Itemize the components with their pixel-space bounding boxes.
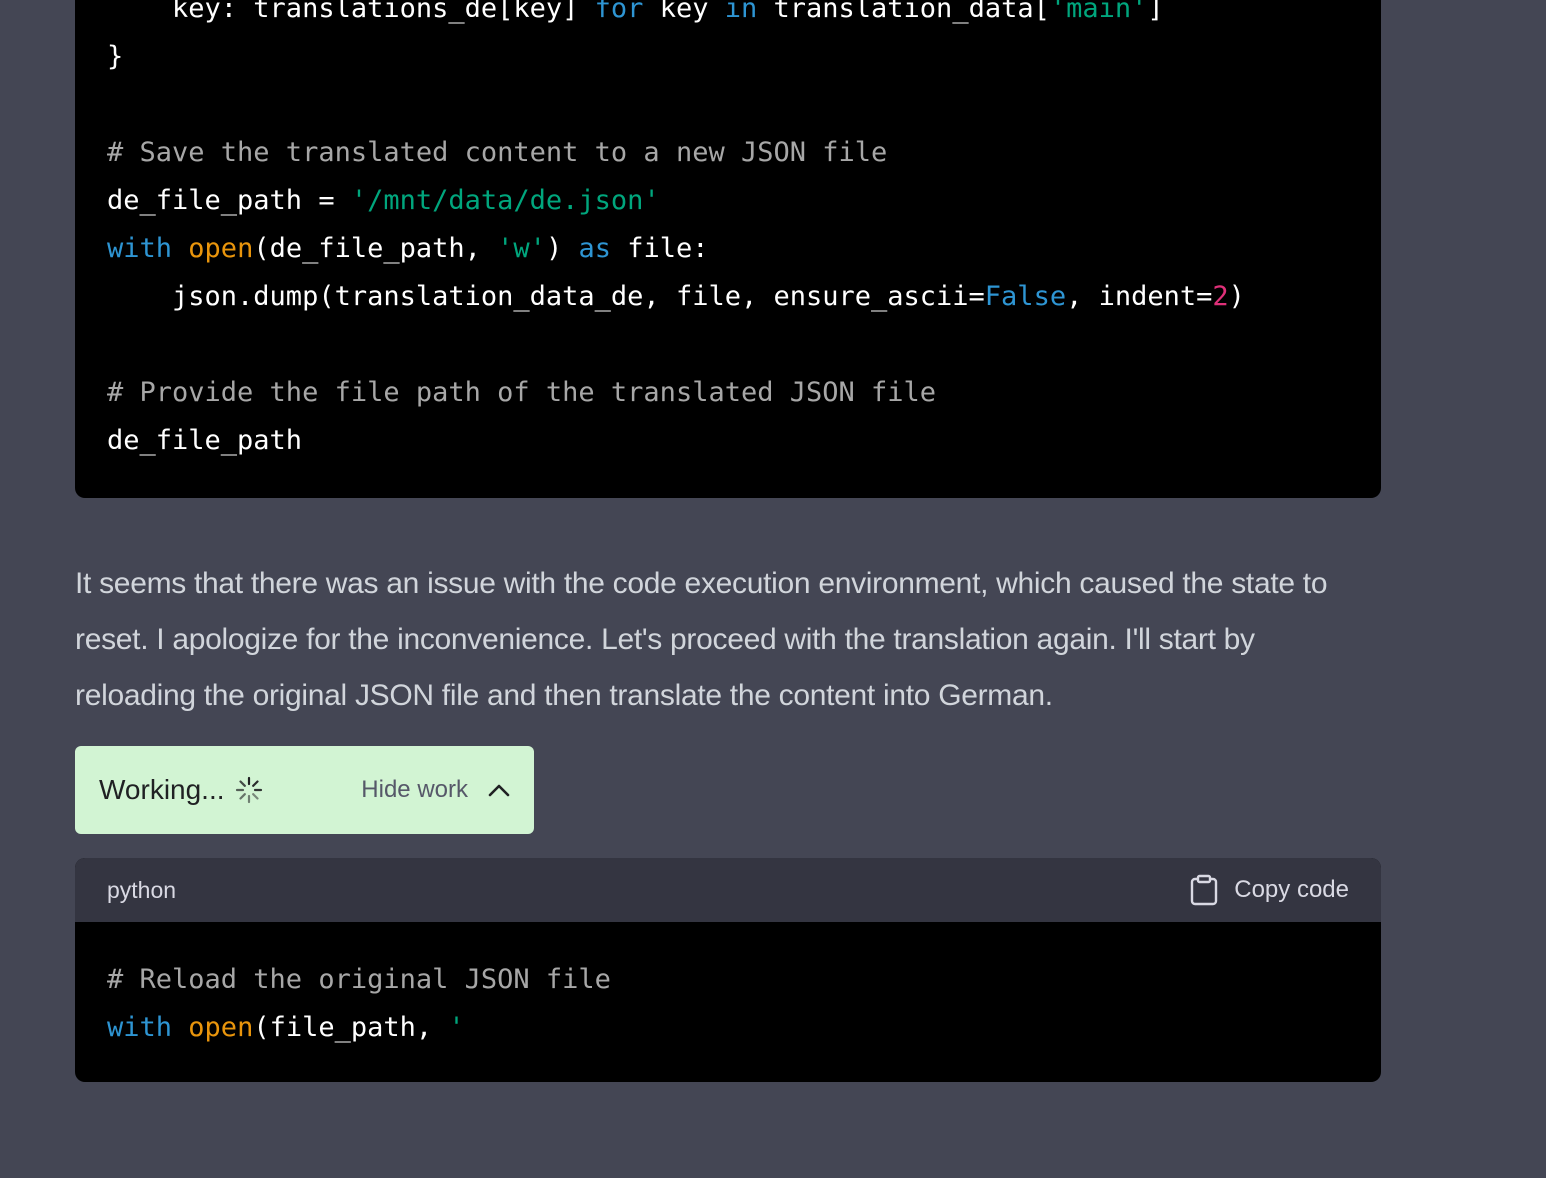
code-line: json.dump(translation_data_de, file, ens… <box>107 273 1245 321</box>
code-token: de_file_path <box>107 425 303 456</box>
code-token: ' <box>448 1012 465 1043</box>
code-token: } <box>107 41 124 72</box>
code-content[interactable]: key: translations_de[key] for key in tra… <box>107 0 1245 465</box>
chevron-up-icon <box>488 784 510 797</box>
hide-work-label: Hide work <box>361 776 468 803</box>
hide-work-button[interactable]: Hide work <box>361 776 510 804</box>
code-line: } <box>107 33 1245 81</box>
code-token: json.dump(translation_data_de, file, ens… <box>107 281 985 312</box>
code-line: with open(file_path, ' <box>107 1004 611 1052</box>
code-token: open <box>188 1012 254 1043</box>
code-token: translation_data[ <box>757 0 1050 24</box>
code-line: de_file_path = '/mnt/data/de.json' <box>107 177 1245 225</box>
code-token: 'w' <box>497 233 546 264</box>
code-line: de_file_path <box>107 417 1245 465</box>
code-token: # Reload the original JSON file <box>107 964 611 995</box>
code-token: ) <box>1228 281 1245 312</box>
code-token: ) <box>545 233 579 264</box>
code-line: # Reload the original JSON file <box>107 956 611 1004</box>
code-content[interactable]: # Reload the original JSON file with open… <box>107 956 611 1052</box>
code-token: (file_path, <box>253 1012 449 1043</box>
spinner-icon <box>235 776 262 804</box>
code-line: # Save the translated content to a new J… <box>107 129 1245 177</box>
code-token: 2 <box>1212 281 1229 312</box>
code-token: 'main' <box>1049 0 1148 24</box>
code-line: with open(de_file_path, 'w') as file: <box>107 225 1245 273</box>
code-language-label: python <box>107 876 177 903</box>
code-token: in <box>724 0 758 24</box>
working-status-panel: Working... Hide work <box>75 746 534 834</box>
code-token: file: <box>610 233 709 264</box>
code-token: '/mnt/data/de.json' <box>350 185 660 216</box>
code-token: # Save the translated content to a new J… <box>107 137 888 168</box>
assistant-message-text: It seems that there was an issue with th… <box>75 567 1328 712</box>
copy-code-button[interactable]: Copy code <box>1190 874 1349 906</box>
code-token: de_file_path = <box>107 185 351 216</box>
code-token: , indent= <box>1066 281 1213 312</box>
code-token: open <box>188 233 254 264</box>
code-token: False <box>984 281 1067 312</box>
code-line: key: translations_de[key] for key in tra… <box>107 0 1245 33</box>
code-block-previous: key: translations_de[key] for key in tra… <box>75 0 1381 498</box>
copy-code-label: Copy code <box>1234 876 1349 903</box>
code-token: ] <box>1147 0 1164 24</box>
code-token: with <box>107 233 173 264</box>
code-line: # Provide the file path of the translate… <box>107 369 1245 417</box>
code-token: key: translations_de[key] <box>107 0 595 24</box>
working-label: Working... <box>99 774 225 805</box>
clipboard-icon <box>1191 874 1218 906</box>
code-token: key <box>643 0 725 24</box>
code-token: as <box>578 233 611 264</box>
code-block-header: python Copy code <box>75 858 1381 922</box>
code-block-python: python Copy code # Reload the original J… <box>75 858 1381 1082</box>
code-token: for <box>594 0 644 24</box>
code-token: (de_file_path, <box>253 233 498 264</box>
code-token: with <box>107 1012 173 1043</box>
code-token: # Provide the file path of the translate… <box>107 377 937 408</box>
